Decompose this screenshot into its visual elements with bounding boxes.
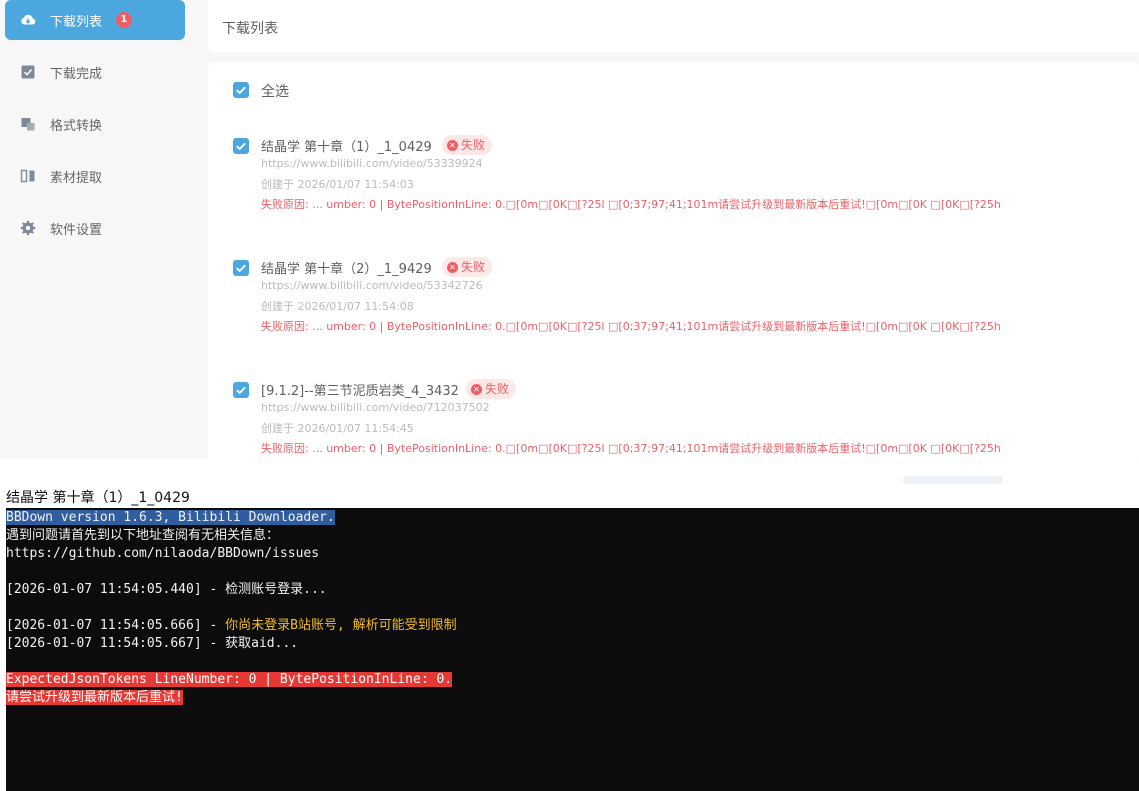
log-timestamp: [2026-01-07 11:54:05.666] - [6,618,226,633]
terminal-line: BBDown version 1.6.3, Bilibili Downloade… [6,509,1139,527]
terminal-output[interactable]: BBDown version 1.6.3, Bilibili Downloade… [6,508,1139,791]
console-window-title: 结晶学 第十章（1）_1_0429 [6,490,190,506]
terminal-line: 遇到问题请首先到以下地址查阅有无相关信息： [6,528,280,543]
error-text: ExpectedJsonTokens LineNumber: 0 | ByteP… [6,672,453,687]
terminal-line: https://github.com/nilaoda/BBDown/issues [6,546,320,561]
error-text: 请尝试升级到最新版本后重试! [6,690,183,705]
selected-text: BBDown version 1.6.3, Bilibili Downloade… [6,510,335,525]
scrollbar-thumb[interactable] [903,476,1003,484]
terminal-line: ExpectedJsonTokens LineNumber: 0 | ByteP… [6,671,1139,689]
downloader-main-window: 下载列表 1 下载完成 格式转换 素材提取 软件设置 下载列表 全选 结晶学 第… [0,0,1139,460]
terminal-line: 请尝试升级到最新版本后重试! [6,689,1139,707]
terminal-line: [2026-01-07 11:54:05.440] - 检测账号登录... [6,582,327,597]
warning-text: 你尚未登录B站账号, 解析可能受到限制 [225,618,457,633]
inactive-overlay [0,0,1139,460]
terminal-line: [2026-01-07 11:54:05.667] - 获取aid... [6,636,299,651]
console-window[interactable]: 结晶学 第十章（1）_1_0429 BBDown version 1.6.3, … [0,459,1139,791]
terminal-line: [2026-01-07 11:54:05.666] - 你尚未登录B站账号, 解… [6,617,1139,635]
app-root: 下载列表 1 下载完成 格式转换 素材提取 软件设置 下载列表 全选 结晶学 第… [0,0,1139,791]
